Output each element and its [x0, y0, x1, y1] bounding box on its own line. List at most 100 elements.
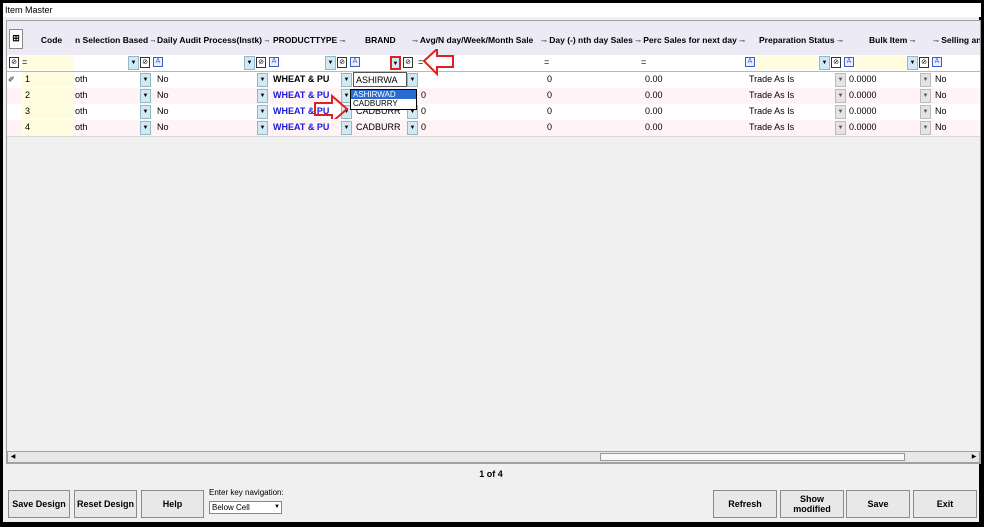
pin-icon[interactable]: ⊸ [264, 38, 269, 45]
cell-dropdown-button[interactable]: ▼ [835, 105, 846, 119]
cell-dropdown-button[interactable]: ▼ [257, 73, 268, 87]
cell-producttype[interactable]: WHEAT & PU [271, 120, 341, 135]
cell-day[interactable]: 0 [545, 120, 635, 135]
column-header-day-nth-sales[interactable]: ⊸ Day (-) nth day Sales [541, 21, 641, 55]
column-header-perc-sales[interactable]: ⊸ Perc Sales for next day ⊸ [635, 21, 753, 55]
filter-bulk[interactable] [856, 55, 906, 70]
cell-dropdown-button[interactable]: ▼ [140, 121, 151, 135]
item-grid[interactable]: ⊞ Code n Selection Based ⊸ Daily Audit P… [6, 20, 981, 464]
cell-selling[interactable]: No [933, 88, 980, 103]
cell-bulk[interactable]: 0.0000 [847, 104, 919, 119]
filter-dropdown-button[interactable]: ▼ [244, 56, 255, 70]
cell-audit[interactable]: No [155, 88, 255, 103]
column-chooser-icon[interactable]: ⊞ [9, 29, 23, 49]
filter-condition-icon[interactable]: A [269, 57, 279, 67]
pin-icon[interactable]: ⊸ [635, 38, 641, 45]
save-design-button[interactable]: Save Design [8, 490, 70, 518]
cell-prep[interactable]: Trade As Is [747, 120, 831, 135]
cell-selection[interactable]: oth [75, 72, 127, 87]
cell-selling[interactable]: No [933, 104, 980, 119]
filter-condition-icon[interactable]: A [745, 57, 755, 67]
clear-filter-icon[interactable]: ⊘ [9, 57, 19, 68]
cell-code[interactable]: 3 [22, 104, 74, 119]
cell-dropdown-button[interactable]: ▼ [835, 121, 846, 135]
column-header-bulk-item[interactable]: Bulk Item ⊸ [869, 21, 933, 55]
cell-selection[interactable]: oth [75, 88, 127, 103]
column-header-code[interactable]: Code [29, 21, 74, 55]
cell-bulk[interactable]: 0.0000 [847, 88, 919, 103]
filter-day[interactable]: = [544, 55, 564, 70]
cell-code[interactable]: 4 [22, 120, 74, 135]
cell-dropdown-button[interactable]: ▼ [835, 73, 846, 87]
cell-day[interactable]: 0 [545, 88, 635, 103]
filter-code[interactable]: = [22, 55, 74, 70]
filter-condition-icon[interactable]: A [153, 57, 163, 67]
table-row[interactable]: 2 oth ▼ No ▼ WHEAT & PU ▼ 0 0 0.00 Trade… [7, 88, 980, 105]
filter-perc[interactable]: = [641, 55, 661, 70]
cell-selection[interactable]: oth [75, 120, 127, 135]
pin-icon[interactable]: ⊸ [340, 38, 346, 45]
save-button[interactable]: Save [846, 490, 910, 518]
cell-dropdown-button[interactable]: ▼ [407, 121, 418, 135]
scrollbar-thumb[interactable] [600, 453, 905, 461]
cell-dropdown-button[interactable]: ▼ [257, 121, 268, 135]
table-row[interactable]: 3 oth ▼ No ▼ WHEAT & PU ▼ CADBURR ▼ 0 0 … [7, 104, 980, 121]
clear-filter-icon[interactable]: ⊘ [831, 57, 841, 68]
horizontal-scrollbar[interactable]: ◀ ▶ [7, 451, 980, 463]
keynav-select[interactable]: Below Cell ▼ [209, 501, 282, 514]
cell-bulk[interactable]: 0.0000 [847, 72, 919, 87]
cell-perc[interactable]: 0.00 [643, 72, 743, 87]
cell-audit[interactable]: No [155, 120, 255, 135]
filter-dropdown-button[interactable]: ▼ [907, 56, 918, 70]
cell-perc[interactable]: 0.00 [643, 104, 743, 119]
pin-icon[interactable]: ⊸ [933, 38, 939, 45]
filter-dropdown-button[interactable]: ▼ [819, 56, 830, 70]
column-header-daily-audit[interactable]: Daily Audit Process(Instk) ⊸ [157, 21, 269, 55]
scroll-left-icon[interactable]: ◀ [8, 452, 18, 462]
cell-bulk[interactable]: 0.0000 [847, 120, 919, 135]
pin-icon[interactable]: ⊸ [837, 38, 843, 45]
clear-filter-icon[interactable]: ⊘ [140, 57, 150, 68]
pin-icon[interactable]: ⊸ [910, 38, 916, 45]
column-header-selection-based[interactable]: n Selection Based ⊸ [75, 21, 155, 55]
cell-day[interactable]: 0 [545, 104, 635, 119]
clear-filter-icon[interactable]: ⊘ [256, 57, 266, 68]
cell-dropdown-button[interactable]: ▼ [140, 105, 151, 119]
clear-filter-icon[interactable]: ⊘ [919, 57, 929, 68]
cell-prep[interactable]: Trade As Is [747, 88, 831, 103]
cell-dropdown-button[interactable]: ▼ [140, 73, 151, 87]
cell-dropdown-button[interactable]: ▼ [920, 73, 931, 87]
cell-dropdown-button[interactable]: ▼ [257, 89, 268, 103]
pin-icon[interactable]: ⊸ [412, 38, 418, 45]
cell-dropdown-button[interactable]: ▼ [835, 89, 846, 103]
cell-dropdown-button[interactable]: ▼ [920, 105, 931, 119]
cell-audit[interactable]: No [155, 104, 255, 119]
filter-dropdown-button[interactable]: ▼ [128, 56, 139, 70]
cell-perc[interactable]: 0.00 [643, 88, 743, 103]
cell-day[interactable]: 0 [545, 72, 635, 87]
cell-code[interactable]: 2 [22, 88, 74, 103]
refresh-button[interactable]: Refresh [713, 490, 777, 518]
filter-condition-icon[interactable]: A [932, 57, 942, 67]
cell-prep[interactable]: Trade As Is [747, 104, 831, 119]
cell-perc[interactable]: 0.00 [643, 120, 743, 135]
cell-brand[interactable]: CADBURR [354, 120, 407, 135]
column-header-selling[interactable]: ⊸ Selling an [933, 21, 980, 55]
cell-code[interactable]: 1 [22, 72, 74, 87]
table-row[interactable]: 4 oth ▼ No ▼ WHEAT & PU ▼ CADBURR ▼ 0 0 … [7, 120, 980, 137]
cell-selling[interactable]: No [933, 72, 980, 87]
cell-prep[interactable]: Trade As Is [747, 72, 831, 87]
column-header-preparation-status[interactable]: Preparation Status ⊸ [759, 21, 849, 55]
scroll-right-icon[interactable]: ▶ [969, 452, 979, 462]
cell-dropdown-button[interactable]: ▼ [257, 105, 268, 119]
filter-condition-icon[interactable]: A [844, 57, 854, 67]
pin-icon[interactable]: ⊸ [151, 38, 155, 45]
cell-dropdown-button[interactable]: ▼ [920, 89, 931, 103]
cell-selling[interactable]: No [933, 120, 980, 135]
cell-dropdown-button[interactable]: ▼ [140, 89, 151, 103]
cell-dropdown-button[interactable]: ▼ [920, 121, 931, 135]
cell-selection[interactable]: oth [75, 104, 127, 119]
cell-audit[interactable]: No [155, 72, 255, 87]
reset-design-button[interactable]: Reset Design [74, 490, 137, 518]
exit-button[interactable]: Exit [913, 490, 977, 518]
